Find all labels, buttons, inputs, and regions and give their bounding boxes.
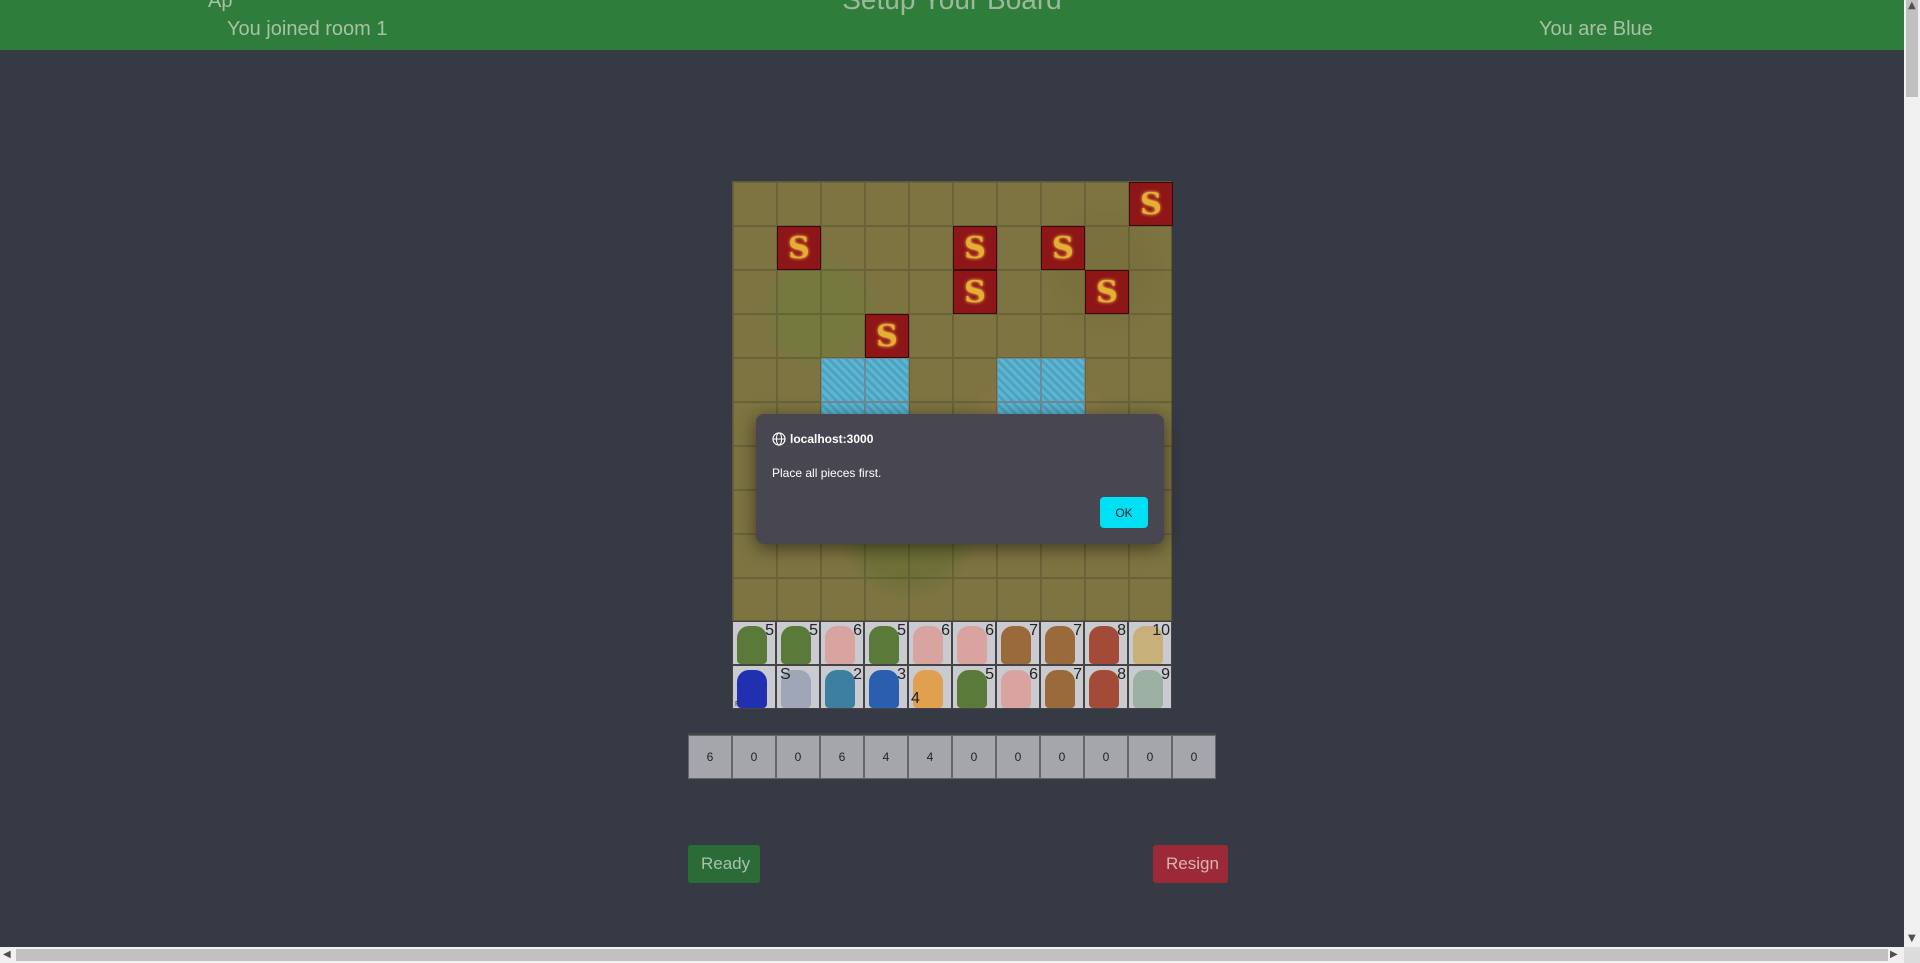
alert-dialog: localhost:3000 Place all pieces first. O… <box>756 414 1164 544</box>
vertical-scrollbar[interactable] <box>1904 0 1920 947</box>
dialog-origin: localhost:3000 <box>772 432 873 446</box>
scroll-left-icon[interactable]: ◀ <box>3 949 11 960</box>
horizontal-scroll-thumb[interactable] <box>16 949 1888 961</box>
scroll-right-icon[interactable]: ▶ <box>1890 949 1898 960</box>
app-viewport: Ap Setup Your Board You joined room 1 Yo… <box>0 0 1904 947</box>
vertical-scroll-thumb[interactable] <box>1906 0 1918 97</box>
scrollbar-corner <box>1904 947 1920 963</box>
ok-button[interactable]: OK <box>1100 497 1148 528</box>
dialog-message: Place all pieces first. <box>772 466 882 480</box>
scroll-down-icon[interactable]: ▼ <box>1908 933 1916 944</box>
scroll-up-icon[interactable]: ▲ <box>1908 0 1916 11</box>
dialog-origin-text: localhost:3000 <box>790 432 874 446</box>
globe-icon <box>772 432 786 446</box>
